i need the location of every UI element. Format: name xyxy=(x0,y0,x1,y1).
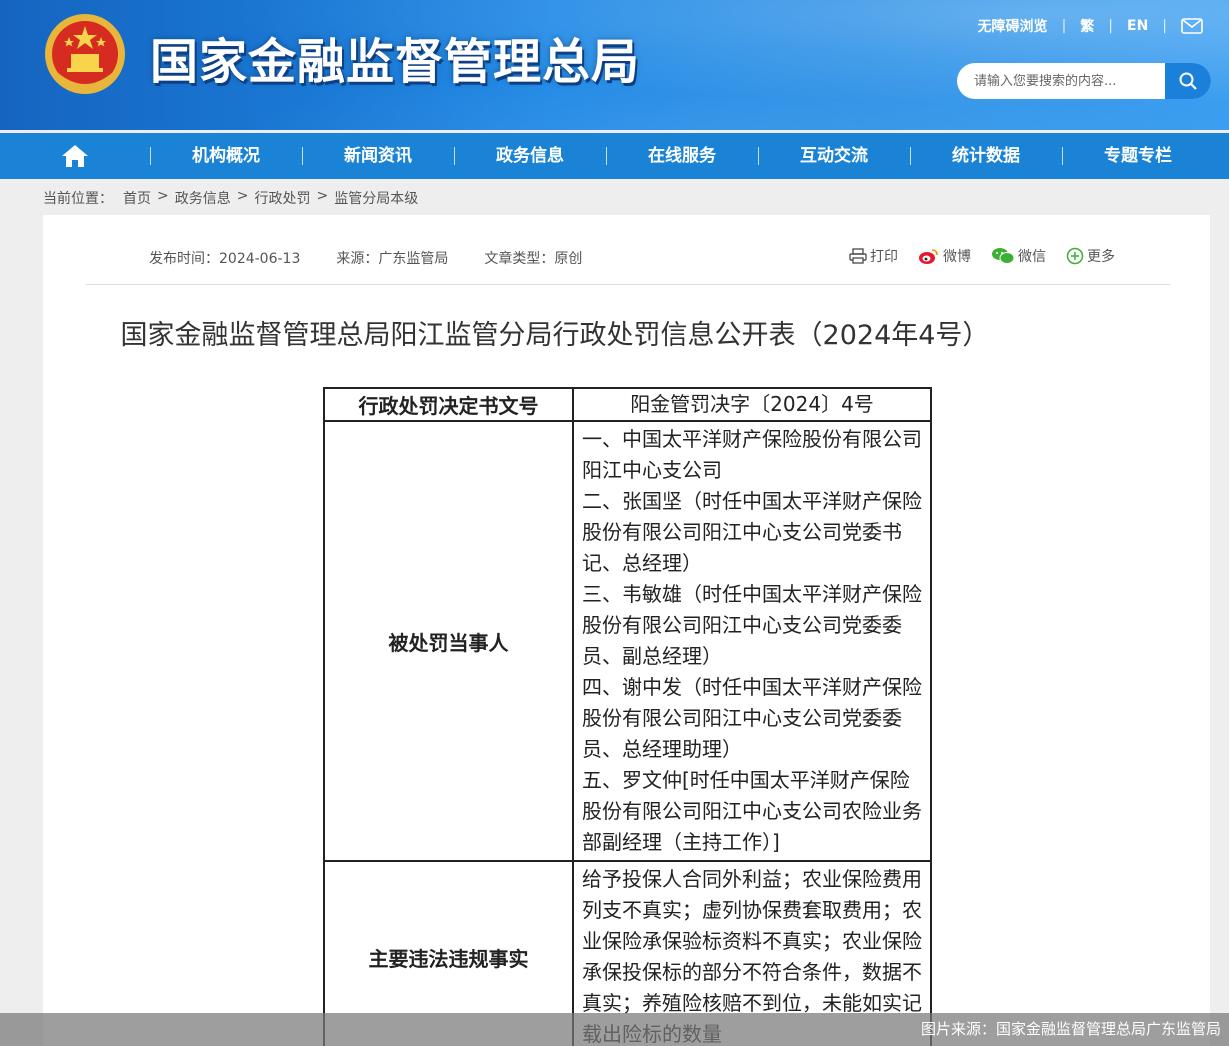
separator: | xyxy=(1061,18,1067,34)
printer-icon xyxy=(849,248,867,264)
weibo-share-button[interactable]: 微博 xyxy=(918,246,971,266)
party-item: 二、张国坚（时任中国太平洋财产保险股份有限公司阳江中心支公司党委书记、总经理） xyxy=(582,489,922,575)
national-emblem-icon[interactable] xyxy=(43,12,127,98)
nav-item-special-topics[interactable]: 专题专栏 xyxy=(1062,133,1214,179)
search-icon xyxy=(1179,72,1197,90)
nav-item-online-service[interactable]: 在线服务 xyxy=(606,133,758,179)
party-item: 五、罗文仲[时任中国太平洋财产保险股份有限公司阳江中心支公司农险业务部副经理（主… xyxy=(582,768,922,854)
home-icon xyxy=(62,145,88,167)
traditional-chinese-link[interactable]: 繁 xyxy=(1080,16,1094,36)
breadcrumb-separator: > xyxy=(157,188,169,204)
search-box xyxy=(957,63,1211,99)
party-item: 四、谢中发（时任中国太平洋财产保险股份有限公司阳江中心支公司党委委员、总经理助理… xyxy=(582,675,922,761)
nav-item-news[interactable]: 新闻资讯 xyxy=(302,133,454,179)
more-share-button[interactable]: 更多 xyxy=(1066,246,1115,266)
main-nav: 机构概况 新闻资讯 政务信息 在线服务 互动交流 统计数据 专题专栏 xyxy=(0,133,1229,179)
penalty-info-table: 行政处罚决定书文号 阳金管罚决字〔2024〕4号 被处罚当事人 一、中国太平洋财… xyxy=(323,387,932,1046)
nav-item-institution[interactable]: 机构概况 xyxy=(150,133,302,179)
top-links: 无障碍浏览 | 繁 | EN | xyxy=(978,16,1203,36)
table-row: 被处罚当事人 一、中国太平洋财产保险股份有限公司阳江中心支公司 二、张国坚（时任… xyxy=(323,420,932,862)
wechat-share-button[interactable]: 微信 xyxy=(991,246,1046,266)
search-button[interactable] xyxy=(1165,63,1211,99)
nav-item-government-info[interactable]: 政务信息 xyxy=(454,133,606,179)
article-meta: 发布时间：2024-06-13 来源：广东监管局 文章类型：原创 xyxy=(149,248,618,268)
separator: | xyxy=(1108,18,1113,34)
article-panel: 发布时间：2024-06-13 来源：广东监管局 文章类型：原创 打印 微博 微… xyxy=(43,215,1210,1046)
share-bar: 打印 微博 微信 更多 xyxy=(829,246,1115,266)
breadcrumb-separator: > xyxy=(236,188,249,204)
print-button[interactable]: 打印 xyxy=(849,246,898,266)
breadcrumb-separator: > xyxy=(316,188,329,204)
breadcrumb-government-info[interactable]: 政务信息 xyxy=(175,188,231,208)
wechat-icon xyxy=(992,248,1015,264)
document-title: 国家金融监督管理总局阳江监管分局行政处罚信息公开表（2024年4号） xyxy=(120,320,990,351)
row-label-parties: 被处罚当事人 xyxy=(323,420,574,862)
search-input[interactable] xyxy=(957,63,1165,99)
breadcrumb-branch[interactable]: 监管分局本级 xyxy=(334,188,418,208)
site-title[interactable]: 国家金融监督管理总局 xyxy=(150,22,640,92)
plus-circle-icon xyxy=(1066,247,1084,265)
print-label: 打印 xyxy=(870,249,898,265)
nav-home[interactable] xyxy=(0,133,150,179)
publish-time: 发布时间：2024-06-13 xyxy=(149,251,301,267)
party-item: 三、韦敏雄（时任中国太平洋财产保险股份有限公司阳江中心支公司党委委员、副总经理） xyxy=(582,582,922,668)
party-item: 一、中国太平洋财产保险股份有限公司阳江中心支公司 xyxy=(582,427,922,482)
site-header: 国家金融监督管理总局 无障碍浏览 | 繁 | EN | xyxy=(0,0,1229,130)
article-source: 来源：广东监管局 xyxy=(336,251,449,267)
row-value-decision-number: 阳金管罚决字〔2024〕4号 xyxy=(572,387,932,422)
mail-icon[interactable] xyxy=(1181,18,1203,34)
nav-item-statistics[interactable]: 统计数据 xyxy=(910,133,1062,179)
more-label: 更多 xyxy=(1087,249,1115,265)
image-source-caption: 图片来源：国家金融监督管理总局广东监管局 xyxy=(0,1013,1229,1046)
wechat-label: 微信 xyxy=(1018,249,1046,265)
weibo-icon xyxy=(919,249,938,264)
accessibility-link[interactable]: 无障碍浏览 xyxy=(978,16,1048,36)
breadcrumb: 当前位置： 首页 > 政务信息 > 行政处罚 > 监管分局本级 xyxy=(43,188,418,208)
breadcrumb-home[interactable]: 首页 xyxy=(123,188,151,208)
article-type: 文章类型：原创 xyxy=(484,251,583,267)
english-link[interactable]: EN xyxy=(1127,18,1148,34)
row-label-decision-number: 行政处罚决定书文号 xyxy=(323,387,574,422)
separator: | xyxy=(1162,18,1167,34)
weibo-label: 微博 xyxy=(943,249,971,265)
row-value-parties: 一、中国太平洋财产保险股份有限公司阳江中心支公司 二、张国坚（时任中国太平洋财产… xyxy=(572,420,932,862)
breadcrumb-penalty[interactable]: 行政处罚 xyxy=(254,188,310,208)
nav-item-interaction[interactable]: 互动交流 xyxy=(758,133,910,179)
table-row: 行政处罚决定书文号 阳金管罚决字〔2024〕4号 xyxy=(323,387,932,422)
breadcrumb-label: 当前位置： xyxy=(43,191,113,207)
meta-divider xyxy=(86,284,1170,285)
